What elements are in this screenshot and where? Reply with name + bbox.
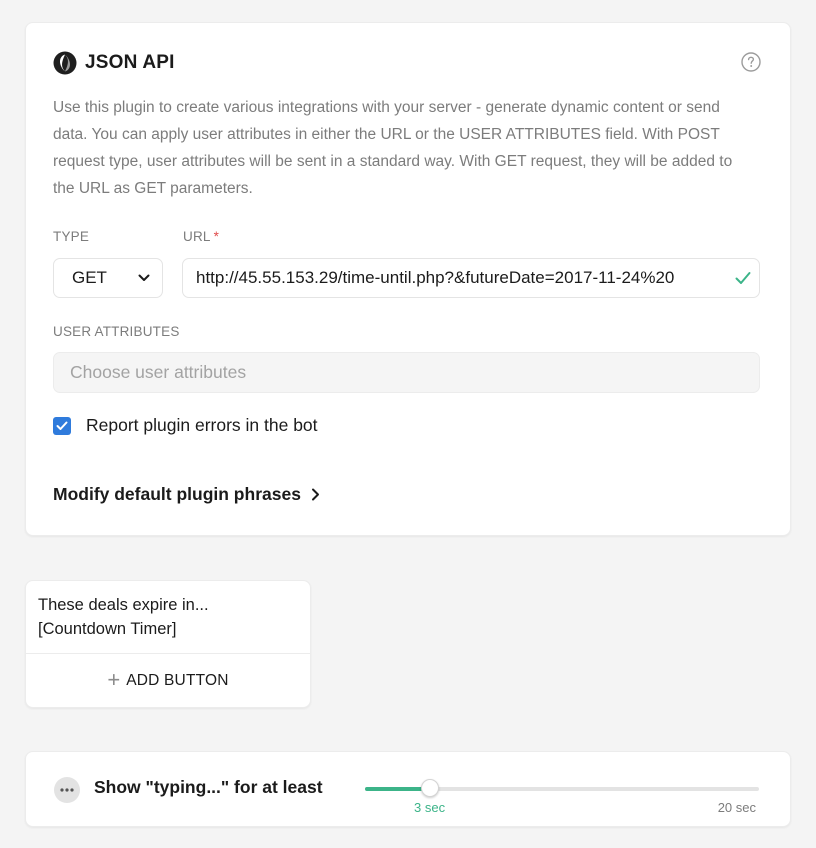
plugin-description: Use this plugin to create various integr… [53,99,733,197]
url-label-wrap: URL * [183,229,219,244]
user-attributes-input[interactable]: Choose user attributes [53,352,760,393]
ellipsis-icon [60,788,74,792]
user-attributes-label: USER ATTRIBUTES [53,324,180,339]
url-label: URL [183,229,211,244]
slider-min-label: 3 sec [414,800,446,815]
url-input[interactable]: http://45.55.153.29/time-until.php?&futu… [182,258,760,298]
modify-phrases-link[interactable]: Modify default plugin phrases [53,484,320,505]
plugin-title: JSON API [85,52,175,73]
modify-phrases-label: Modify default plugin phrases [53,484,301,504]
plus-icon: + [107,667,121,692]
checkmark-icon [56,421,68,430]
report-errors-checkbox[interactable] [53,416,71,435]
slider-handle[interactable] [421,779,439,797]
add-button[interactable]: + ADD BUTTON [26,654,310,708]
json-api-icon [53,51,77,75]
typing-delay-card: Show "typing..." for at least 3 sec 20 s… [25,751,791,827]
request-type-value: GET [72,268,107,287]
text-message-card: These deals expire in... [Countdown Time… [25,580,311,708]
request-type-select[interactable]: GET [53,258,163,298]
required-mark: * [213,229,220,244]
type-label: TYPE [53,229,90,244]
slider-max-label: 20 sec [717,800,756,815]
check-icon [735,272,751,284]
user-attributes-placeholder: Choose user attributes [70,362,247,382]
message-text[interactable]: These deals expire in... [Countdown Time… [38,593,298,641]
url-value: http://45.55.153.29/time-until.php?&futu… [196,268,675,287]
typing-duration-slider[interactable] [365,779,759,797]
json-api-plugin-card: JSON API Use this plugin to create vario… [25,22,791,536]
typing-label: Show "typing..." for at least [94,777,323,797]
plugin-header: JSON API [53,51,175,75]
typing-icon [54,777,80,803]
question-circle-icon[interactable] [741,52,761,72]
chevron-right-icon [311,488,319,501]
report-errors-label: Report plugin errors in the bot [86,415,318,435]
chevron-down-icon [138,274,150,281]
report-errors-row[interactable]: Report plugin errors in the bot [53,415,318,436]
add-button-label: ADD BUTTON [126,672,229,689]
